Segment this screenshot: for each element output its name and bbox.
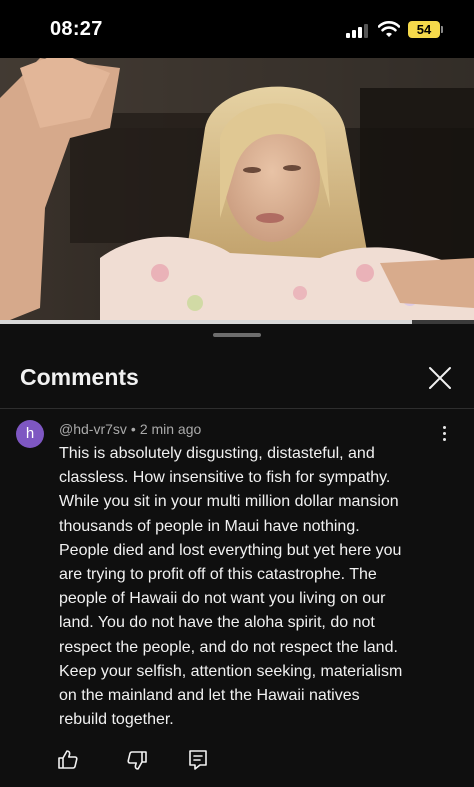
video-player[interactable]	[0, 58, 474, 324]
battery-icon: 54	[408, 21, 440, 38]
battery-nub	[441, 26, 443, 33]
more-options-icon[interactable]	[432, 424, 456, 444]
thumbs-up-icon[interactable]	[56, 748, 80, 772]
comment-line: people of Hawaii do not want you living …	[59, 590, 386, 608]
comment-line: thousands of people in Maui have nothing…	[59, 517, 360, 535]
close-icon[interactable]	[422, 360, 458, 396]
comment-text: This is absolutely disgusting, distastef…	[59, 442, 449, 732]
meta-separator: •	[130, 421, 136, 437]
comment-line: People died and lost everything but yet …	[59, 541, 402, 559]
comment-line: While you sit in your multi million doll…	[59, 493, 399, 511]
comment-line: classless. How insensitive to fish for s…	[59, 469, 391, 487]
comment-meta: @hd-vr7sv • 2 min ago	[59, 421, 201, 437]
cellular-signal-icon	[346, 24, 370, 38]
divider	[0, 408, 474, 409]
comments-title: Comments	[20, 364, 139, 390]
comment-time: 2 min ago	[139, 421, 202, 437]
thumbs-down-icon[interactable]	[125, 748, 149, 772]
wifi-icon	[377, 20, 401, 38]
avatar[interactable]: h	[16, 420, 44, 448]
comment-author[interactable]: @hd-vr7sv	[59, 421, 127, 437]
reply-icon[interactable]	[186, 748, 210, 772]
comment-line: Keep your selfish, attention seeking, ma…	[59, 662, 403, 680]
video-frame-image	[0, 58, 474, 324]
comment-line: on the mainland and let the Hawaii nativ…	[59, 687, 360, 705]
comment-line: are trying to profit off of this catastr…	[59, 566, 377, 584]
status-time: 08:27	[50, 18, 103, 40]
comment-line: land. You do not have the aloha spirit, …	[59, 614, 375, 632]
comments-sheet: Comments h @hd-vr7sv • 2 min ago This is a…	[0, 324, 474, 787]
comment-line: respect the people, and do not respect t…	[59, 638, 398, 656]
status-bar: 08:27 54	[0, 0, 474, 58]
drag-handle[interactable]	[213, 333, 261, 337]
comment-line: rebuild together.	[59, 711, 174, 729]
comment-line: This is absolutely disgusting, distastef…	[59, 445, 375, 462]
comment-actions	[0, 746, 474, 776]
